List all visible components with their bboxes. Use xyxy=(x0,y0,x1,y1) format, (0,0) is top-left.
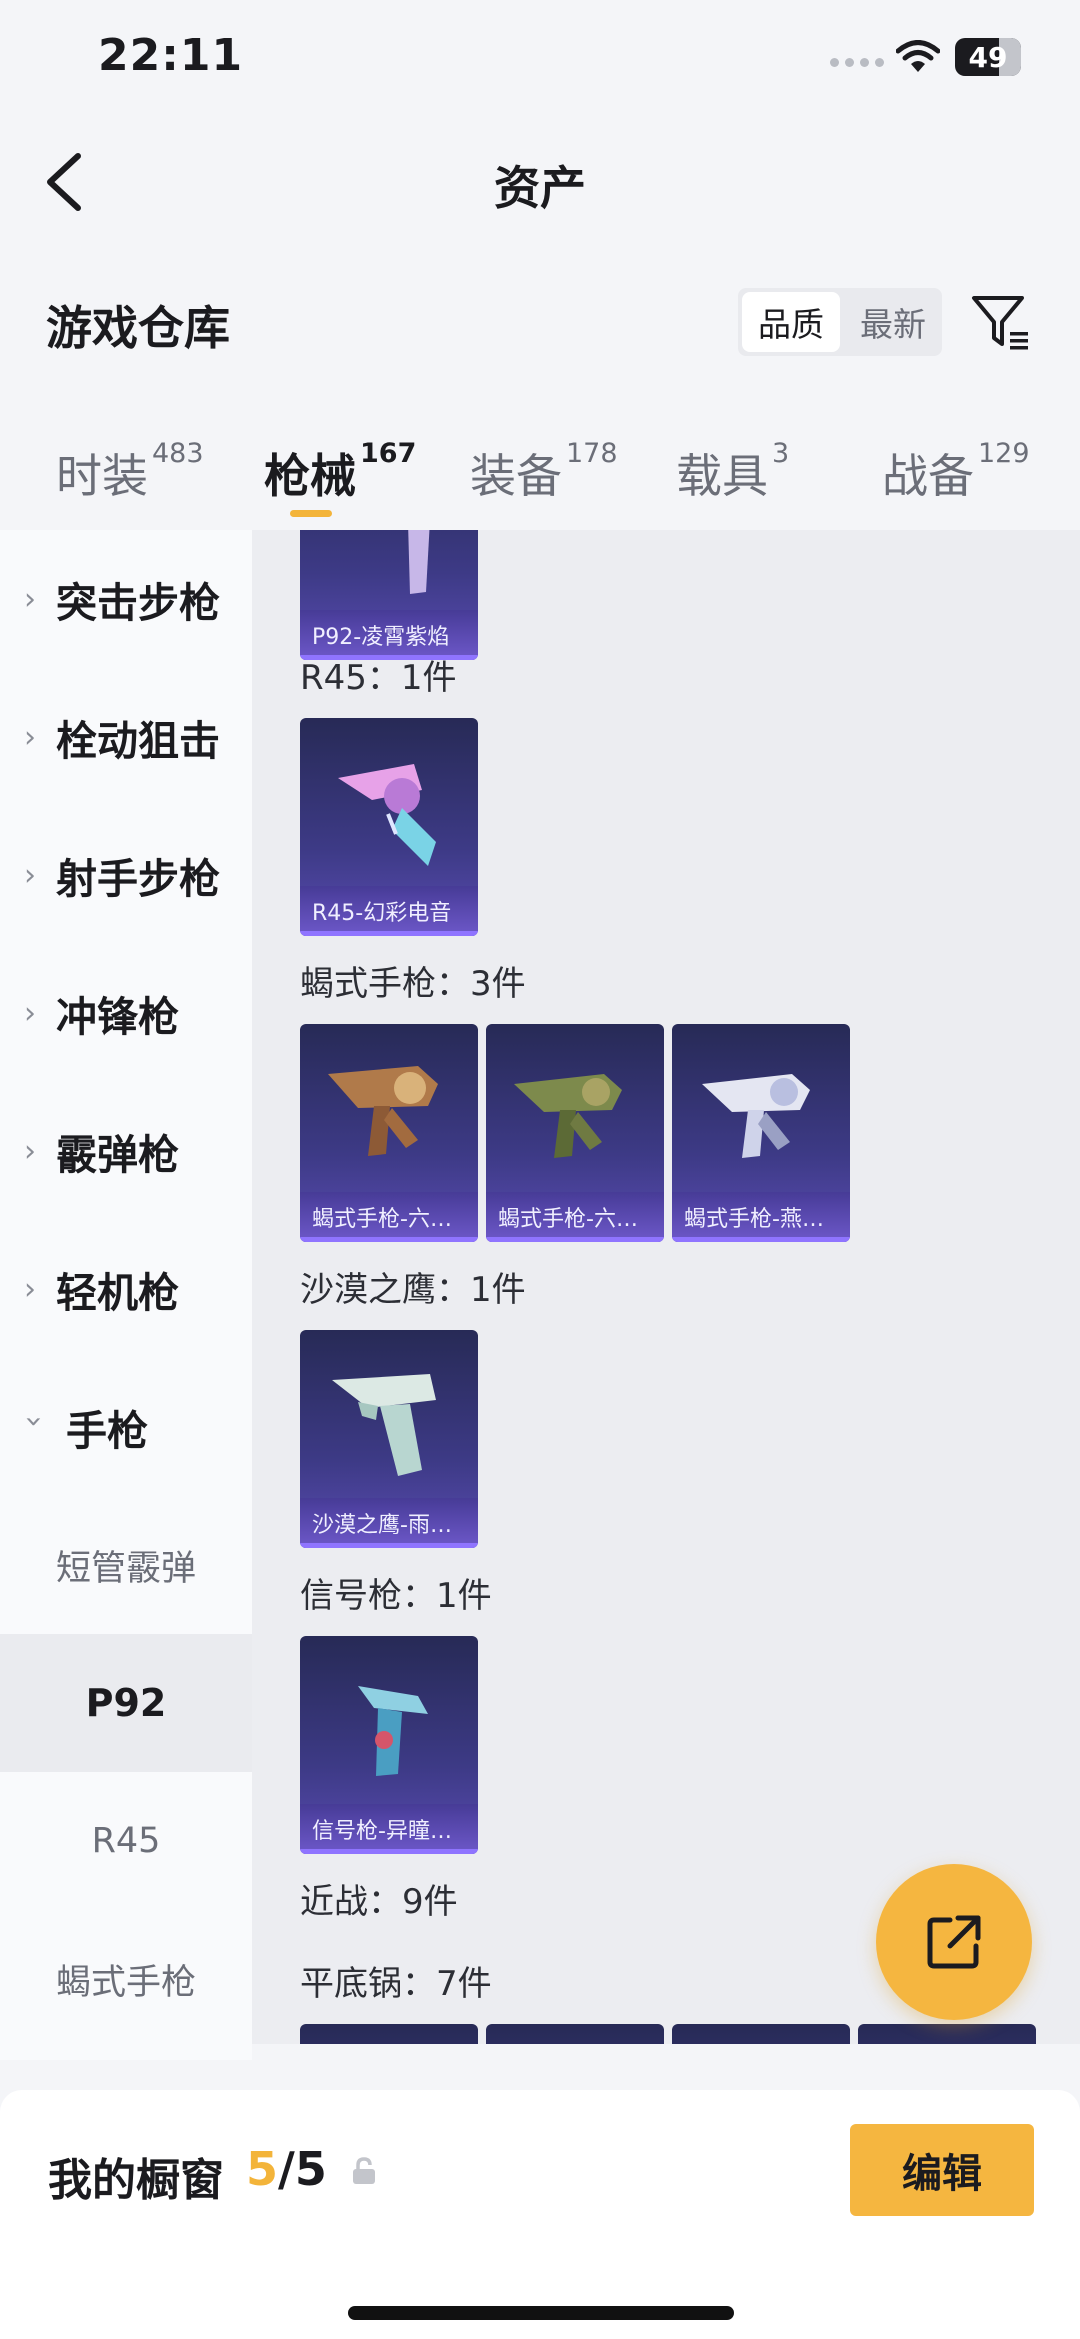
smg-skin-icon xyxy=(702,1074,810,1158)
group-title: 近战：9件 xyxy=(300,1882,458,1922)
item-card[interactable] xyxy=(300,2024,478,2044)
signal-icon xyxy=(830,58,884,67)
item-card-caption: R45-幻彩电音 xyxy=(300,886,478,936)
smg-skin-icon xyxy=(328,1066,438,1156)
item-card[interactable]: 沙漠之鹰-雨… xyxy=(300,1330,478,1548)
sidebar-item-pistol[interactable]: › 手枪 xyxy=(0,1358,252,1496)
tab-fashion[interactable]: 时装 483 xyxy=(56,438,204,506)
revolver-skin-icon xyxy=(338,764,436,866)
chevron-right-icon: › xyxy=(24,581,36,617)
section-title: 游戏仓库 xyxy=(46,301,230,355)
item-card[interactable]: 信号枪-异瞳… xyxy=(300,1636,478,1854)
sidebar-item-label: 霰弹枪 xyxy=(56,1131,179,1179)
sidebar-subitem-scorpion[interactable]: 蝎式手枪 xyxy=(0,1910,252,2048)
group-title: 沙漠之鹰：1件 xyxy=(300,1270,526,1310)
chevron-right-icon: › xyxy=(24,719,36,755)
sidebar-item-lmg[interactable]: › 轻机枪 xyxy=(0,1220,252,1358)
sidebar-item-bolt-sniper[interactable]: › 栓动狙击 xyxy=(0,668,252,806)
showcase-count: 5/5 xyxy=(246,2142,327,2196)
item-card[interactable]: 蝎式手枪-六… xyxy=(300,1024,478,1242)
tab-label: 时装 xyxy=(56,449,148,503)
group-title: 信号枪：1件 xyxy=(300,1576,492,1616)
home-indicator xyxy=(348,2306,734,2320)
sidebar-item-label: 射手步枪 xyxy=(56,855,220,903)
sort-toggle: 品质 最新 xyxy=(738,288,942,356)
sidebar-item-smg[interactable]: › 冲锋枪 xyxy=(0,944,252,1082)
showcase-current: 5 xyxy=(246,2142,279,2196)
tab-count: 178 xyxy=(566,438,618,469)
sidebar-subitem-r45[interactable]: R45 xyxy=(0,1772,252,1910)
item-card-caption: 信号枪-异瞳… xyxy=(300,1804,478,1854)
chevron-right-icon: › xyxy=(24,1271,36,1307)
share-icon xyxy=(927,1915,981,1969)
page-title: 资产 xyxy=(494,161,586,215)
battery-level: 49 xyxy=(968,40,1008,74)
pistol-skin-icon xyxy=(408,530,430,594)
item-card-caption: 蝎式手枪-燕… xyxy=(672,1192,850,1242)
sidebar-item-assault-rifle[interactable]: › 突击步枪 xyxy=(0,530,252,668)
item-card-caption: 沙漠之鹰-雨… xyxy=(300,1498,478,1548)
sidebar-subitem-p92[interactable]: P92 xyxy=(0,1634,252,1772)
tab-label: 战备 xyxy=(882,449,974,503)
flare-gun-skin-icon xyxy=(358,1686,428,1776)
item-card[interactable]: P92-凌霄紫焰 xyxy=(300,530,478,660)
tab-vehicles[interactable]: 载具 3 xyxy=(676,438,790,506)
item-card[interactable]: 蝎式手枪-燕… xyxy=(672,1024,850,1242)
sidebar-item-marksman-rifle[interactable]: › 射手步枪 xyxy=(0,806,252,944)
item-card[interactable] xyxy=(858,2024,1036,2044)
desert-eagle-skin-icon xyxy=(332,1374,436,1476)
sidebar-item-label: 冲锋枪 xyxy=(56,993,179,1041)
share-button[interactable] xyxy=(876,1864,1032,2020)
sidebar-item-label: 轻机枪 xyxy=(56,1269,179,1317)
smg-skin-icon xyxy=(514,1074,622,1158)
status-time: 22:11 xyxy=(98,30,244,81)
sidebar-item-label: 手枪 xyxy=(66,1407,148,1455)
chevron-right-icon: › xyxy=(24,1133,36,1169)
chevron-right-icon: › xyxy=(24,857,36,893)
wifi-icon xyxy=(896,40,940,72)
filter-icon[interactable] xyxy=(968,290,1032,354)
sidebar-item-label: 突击步枪 xyxy=(56,579,220,627)
tab-firearms[interactable]: 枪械 167 xyxy=(264,438,417,506)
tab-count: 129 xyxy=(978,438,1030,469)
item-card[interactable]: 蝎式手枪-六… xyxy=(486,1024,664,1242)
sort-quality-button[interactable]: 品质 xyxy=(742,292,840,352)
tab-count: 483 xyxy=(152,438,204,469)
showcase-label: 我的橱窗 xyxy=(48,2155,224,2206)
tab-label: 装备 xyxy=(470,449,562,503)
tab-label: 载具 xyxy=(676,449,768,503)
sidebar-item-label: 栓动狙击 xyxy=(56,717,220,765)
sidebar-item-shotgun[interactable]: › 霰弹枪 xyxy=(0,1082,252,1220)
sidebar-subitem-short-shotgun[interactable]: 短管霰弹 xyxy=(0,1496,252,1634)
item-card-caption: 蝎式手枪-六… xyxy=(486,1192,664,1242)
sort-newest-button[interactable]: 最新 xyxy=(844,288,942,356)
item-card[interactable] xyxy=(486,2024,664,2044)
item-card-caption: 蝎式手枪-六… xyxy=(300,1192,478,1242)
tab-combat-gear[interactable]: 战备 129 xyxy=(882,438,1030,506)
category-tabs: 时装 483 枪械 167 装备 178 载具 3 战备 129 xyxy=(0,430,1080,530)
showcase-total: /5 xyxy=(278,2142,327,2196)
active-tab-indicator xyxy=(290,510,332,517)
group-title: R45：1件 xyxy=(300,658,457,698)
tab-equipment[interactable]: 装备 178 xyxy=(470,438,618,506)
lock-icon xyxy=(353,2157,375,2184)
tab-label: 枪械 xyxy=(264,449,356,503)
group-title: 蝎式手枪：3件 xyxy=(300,964,526,1004)
showcase-bar: 我的橱窗 5/5 编辑 xyxy=(0,2090,1080,2339)
status-bar: 22:11 49 xyxy=(0,0,1080,120)
chevron-down-icon: › xyxy=(16,1415,52,1427)
item-card[interactable] xyxy=(672,2024,850,2044)
tab-count: 3 xyxy=(772,438,790,469)
battery-indicator: 49 xyxy=(955,38,1021,76)
item-grid-area: P92-凌霄紫焰 R45：1件 R45-幻彩电音 蝎式手枪：3件 蝎式手枪-六…… xyxy=(252,530,1080,2044)
weapon-category-sidebar: › 突击步枪 › 栓动狙击 › 射手步枪 › 冲锋枪 › 霰弹枪 › 轻机枪 ›… xyxy=(0,530,252,2060)
tab-count: 167 xyxy=(360,438,417,469)
item-card[interactable]: R45-幻彩电音 xyxy=(300,718,478,936)
group-title: 平底锅：7件 xyxy=(300,1964,492,2004)
chevron-right-icon: › xyxy=(24,995,36,1031)
header: 资产 xyxy=(0,120,1080,240)
edit-button[interactable]: 编辑 xyxy=(850,2124,1034,2216)
